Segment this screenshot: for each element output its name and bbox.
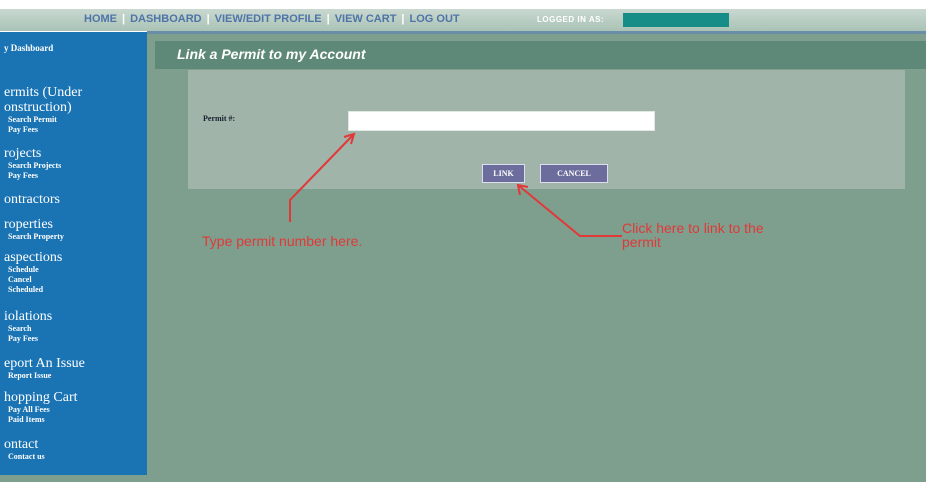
link-annotation-text: Click here to link to the permit xyxy=(622,220,764,250)
permit-arrow-line xyxy=(289,133,355,222)
permit-annotation-text: Type permit number here. xyxy=(202,233,363,249)
link-arrow-line xyxy=(517,184,622,237)
